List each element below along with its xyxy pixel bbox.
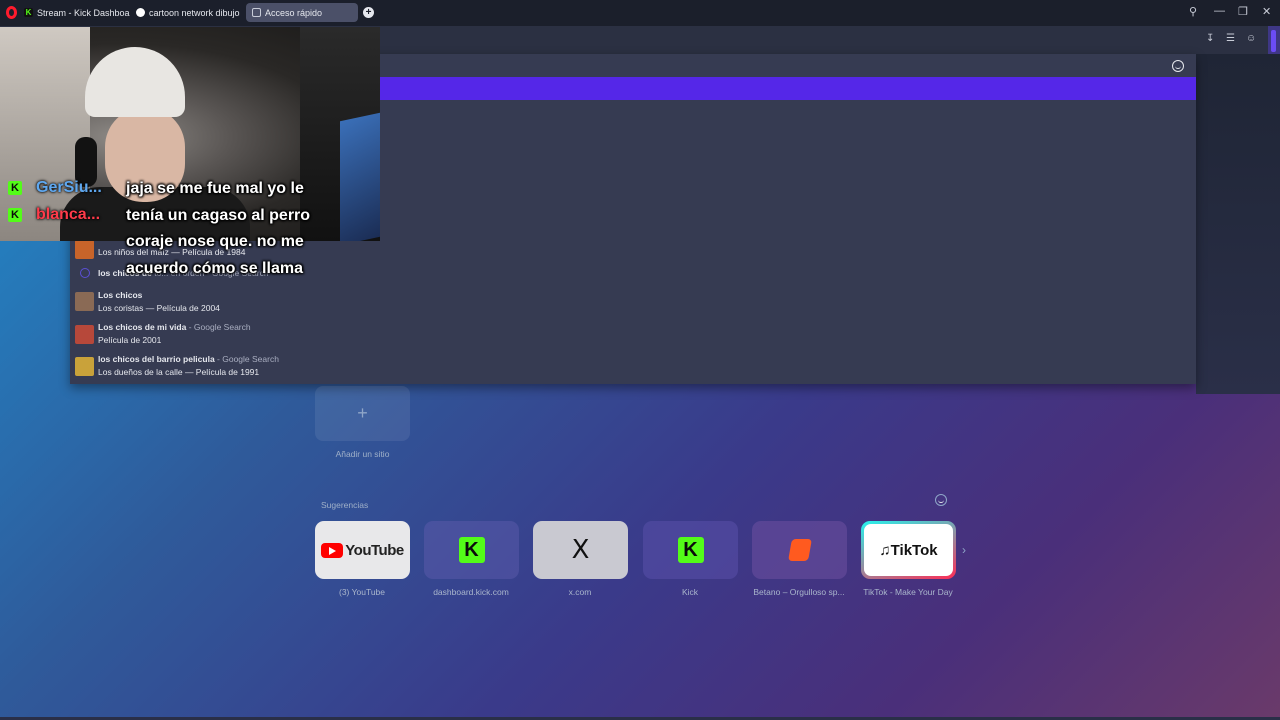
emoji-icon[interactable] [1172, 60, 1184, 72]
speed-dial-kick[interactable]: K [643, 521, 738, 579]
emoji-icon[interactable] [935, 494, 947, 506]
suggestion-source: - Google Search [214, 354, 279, 364]
add-site-label: Añadir un sitio [335, 449, 390, 459]
kick-logo: K [458, 537, 485, 563]
tile-label: (3) YouTube [339, 587, 385, 597]
suggestion-title: Los chicos [98, 290, 143, 300]
sidebar-handle[interactable] [1271, 30, 1276, 52]
suggestions-heading: Sugerencias [321, 500, 369, 510]
chevron-right-icon[interactable]: › [962, 543, 966, 557]
suggestion-item[interactable]: los chicos del barrio pelicula - Google … [70, 352, 400, 382]
suggestion-subtitle: Los dueños de la calle — Película de 199… [98, 367, 260, 377]
background-panel [1196, 54, 1280, 394]
tile-label: Kick [681, 587, 699, 597]
youtube-logo: YouTube [321, 542, 404, 559]
chat-username: GerSiu... [36, 179, 102, 196]
tab-label: Stream - Kick Dashboard [37, 7, 130, 18]
tile-label: dashboard.kick.com [433, 587, 509, 597]
tab-label: cartoon network dibujos [149, 7, 240, 18]
suggestion-item[interactable]: Los chicos Los coristas — Película de 20… [70, 288, 400, 318]
chat-row: K blanca... [8, 206, 100, 224]
search-tabs-icon[interactable]: ⚲ [1189, 5, 1197, 18]
suggestion-title: Los chicos de mi vida [98, 322, 187, 332]
tab-label: Acceso rápido [265, 7, 323, 18]
kick-icon: K [8, 181, 22, 195]
tab-kick-dashboard[interactable]: K Stream - Kick Dashboard [24, 3, 130, 22]
minimize-icon[interactable]: — [1214, 5, 1225, 17]
suggestion-thumbnail [75, 325, 94, 344]
add-site-button[interactable]: + [315, 386, 410, 441]
kick-icon: K [8, 208, 22, 222]
tab-bar: K Stream - Kick Dashboard cartoon networ… [0, 0, 1280, 26]
download-icon[interactable]: ↧ [1206, 33, 1214, 44]
betano-logo [787, 539, 812, 561]
opera-menu-icon[interactable] [6, 6, 17, 19]
suggestion-item[interactable]: Los chicos de mi vida - Google Search Pe… [70, 320, 400, 350]
highlighted-suggestion[interactable] [380, 77, 1196, 100]
webcam-monitor [340, 112, 380, 241]
speed-dial-betano[interactable] [752, 521, 847, 579]
chat-username: blanca... [36, 206, 101, 223]
kick-logo: K [677, 537, 704, 563]
new-tab-button[interactable]: + [363, 7, 374, 18]
kick-icon: K [24, 8, 33, 17]
profile-icon[interactable]: ☺ [1246, 33, 1256, 44]
suggestion-thumbnail [75, 292, 94, 311]
suggestion-subtitle: Película de 2001 [98, 335, 162, 345]
tab-acceso-rapido[interactable]: Acceso rápido [246, 3, 358, 22]
tile-label: Betano – Orgulloso sp... [753, 587, 845, 597]
suggestion-subtitle: Los coristas — Película de 2004 [98, 303, 220, 313]
x-logo: X [571, 535, 590, 565]
restore-icon[interactable]: ❐ [1238, 5, 1248, 18]
suggestion-source: - Google Search [186, 322, 251, 332]
streamer-cap [85, 47, 185, 117]
tile-label: TikTok - Make Your Day [863, 587, 953, 597]
chat-message: jaja se me fue mal yo le tenía un cagaso… [126, 180, 311, 277]
easy-setup-icon[interactable]: ☰ [1226, 33, 1235, 44]
tab-cartoon-network[interactable]: cartoon network dibujos [136, 3, 240, 22]
close-icon[interactable]: ✕ [1262, 5, 1271, 18]
suggestion-title: los chicos del barrio pelicula [98, 354, 215, 364]
tiktok-logo: ♫ TikTok [864, 524, 953, 576]
search-icon [80, 268, 90, 278]
tile-label: x.com [568, 587, 592, 597]
suggestion-thumbnail [75, 240, 94, 259]
chat-row: K GerSiu... [8, 179, 102, 197]
google-icon [136, 8, 145, 17]
suggestion-thumbnail [75, 357, 94, 376]
speed-dial-kick-dashboard[interactable]: K [424, 521, 519, 579]
speed-dial-tiktok[interactable]: ♫ TikTok [861, 521, 956, 579]
speed-dial-x[interactable]: X [533, 521, 628, 579]
grid-icon [252, 8, 261, 17]
speed-dial-youtube[interactable]: YouTube [315, 521, 410, 579]
